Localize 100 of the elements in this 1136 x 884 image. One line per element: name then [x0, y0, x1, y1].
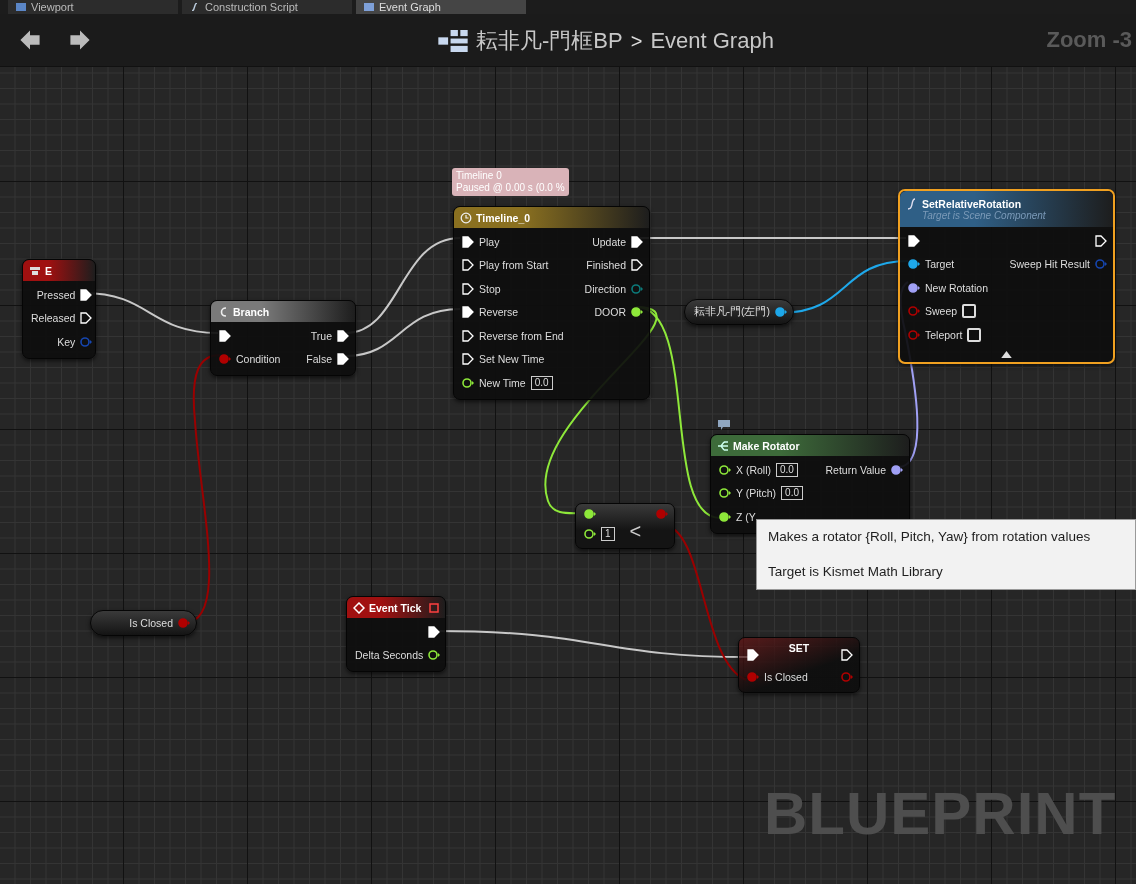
pin-label: Reverse from End	[479, 329, 564, 342]
exec-pin-icon[interactable]	[631, 259, 643, 272]
exec-pin-icon[interactable]	[908, 234, 920, 247]
data-pin-icon[interactable]	[584, 508, 596, 520]
exec-pin-icon[interactable]	[631, 235, 643, 248]
pin-label: Z (Y	[736, 510, 756, 523]
graph-node[interactable]: 1 <	[575, 503, 675, 549]
delegate-pin-icon[interactable]	[429, 602, 439, 613]
pin-label: X (Roll)	[736, 463, 771, 476]
exec-pin-icon[interactable]	[428, 625, 441, 638]
pin-label: New Rotation	[925, 281, 989, 294]
exec-pin-icon[interactable]	[462, 235, 474, 248]
exec-pin-icon[interactable]	[462, 353, 474, 366]
editor-tab[interactable]: Event Graph	[356, 0, 526, 14]
graph-node[interactable]: E Pressed Released Key	[22, 259, 96, 359]
pin-label: True	[310, 329, 332, 342]
graph-node[interactable]: Branch Condition True False	[210, 300, 356, 376]
node-title: Make Rotator	[733, 439, 800, 452]
exec-pin-icon[interactable]	[462, 259, 474, 272]
graph-icon	[364, 3, 374, 11]
exec-pin-icon[interactable]	[841, 649, 853, 661]
pin-label: Reverse	[479, 306, 519, 319]
pin-label: Condition	[236, 353, 281, 366]
blueprint-name[interactable]: 耘非凡-門框BP	[476, 26, 623, 56]
data-pin-icon[interactable]	[631, 306, 643, 319]
data-pin-icon[interactable]	[891, 463, 903, 476]
exec-pin-icon[interactable]	[747, 649, 759, 661]
forward-arrow-icon[interactable]	[68, 28, 92, 52]
operator-symbol: <	[629, 518, 642, 543]
blueprint-icon	[438, 30, 468, 52]
graph-node[interactable]: Event Tick Delta Seconds	[346, 596, 446, 672]
node-title: Timeline_0	[476, 211, 531, 224]
back-arrow-icon[interactable]	[18, 28, 42, 52]
exec-pin-icon[interactable]	[462, 282, 474, 295]
function-icon	[906, 197, 918, 210]
split-arrow-icon	[717, 439, 729, 452]
keyboard-icon	[29, 264, 41, 277]
exec-pin-icon[interactable]	[1095, 234, 1107, 247]
comment-icon[interactable]	[718, 420, 730, 430]
diamond-icon	[353, 601, 365, 614]
data-pin-icon[interactable]	[719, 487, 731, 500]
pin-label: Sweep	[925, 305, 958, 318]
data-pin-icon[interactable]	[908, 258, 920, 271]
exec-pin-icon[interactable]	[337, 329, 349, 342]
pin-label: Return Value	[825, 463, 886, 476]
checkbox[interactable]	[967, 327, 982, 342]
exec-pin-icon[interactable]	[80, 312, 93, 325]
graph-node[interactable]: 耘非凡-門(左門)	[684, 299, 794, 325]
graph-watermark: BLUEPRINT	[764, 779, 1117, 848]
data-pin-icon[interactable]	[584, 528, 596, 540]
pin-label: Released	[31, 312, 76, 325]
data-pin-icon[interactable]	[462, 376, 474, 389]
graph-node[interactable]: SET Is Closed	[738, 637, 860, 693]
pin-label: DOOR	[594, 306, 626, 319]
graph-node[interactable]: Is Closed	[90, 610, 197, 636]
pin-label: 耘非凡-門(左門)	[693, 305, 770, 319]
pin-label: Set New Time	[479, 353, 545, 366]
graph-name: Event Graph	[650, 28, 774, 54]
data-pin-icon[interactable]	[719, 463, 731, 476]
pin-label: Is Closed	[129, 617, 173, 629]
node-subtitle: Target is Scene Component	[921, 209, 1047, 221]
editor-tab[interactable]: Construction Script	[182, 0, 352, 14]
pin-label: Is Closed	[764, 671, 808, 683]
node-title: Event Tick	[369, 601, 422, 614]
exec-pin-icon[interactable]	[80, 288, 93, 301]
editor-tab[interactable]: Viewport	[8, 0, 178, 14]
pin-label: Update	[592, 235, 626, 248]
breadcrumb-separator: >	[630, 29, 643, 53]
tooltip-text: Target is Kismet Math Library	[768, 563, 944, 581]
default-value-field[interactable]: 0.0	[530, 375, 553, 390]
data-pin-icon[interactable]	[908, 281, 920, 294]
exec-pin-icon[interactable]	[462, 329, 474, 342]
pin-label: Target	[925, 258, 955, 271]
comment-bubble: Timeline 0 Paused @ 0.00 s (0.0 %	[452, 168, 569, 196]
pin-label: Sweep Hit Result	[1009, 258, 1090, 271]
default-value-field[interactable]: 0.0	[776, 462, 798, 477]
node-title: Branch	[233, 305, 270, 318]
expand-arrow-icon[interactable]	[1001, 350, 1012, 358]
data-pin-icon[interactable]	[428, 649, 441, 662]
pin-label: Direction	[584, 282, 626, 295]
exec-pin-icon[interactable]	[337, 353, 349, 366]
node-title: E	[45, 264, 52, 277]
function-icon	[190, 3, 200, 11]
data-pin-icon[interactable]	[719, 510, 731, 523]
exec-pin-icon[interactable]	[219, 329, 231, 342]
checkbox[interactable]	[962, 304, 977, 319]
default-value-field[interactable]: 0.0	[781, 486, 803, 501]
exec-pin-icon[interactable]	[462, 306, 474, 319]
pin-label: False	[306, 353, 332, 366]
default-value-field[interactable]: 1	[601, 527, 615, 541]
grid-icon	[16, 3, 26, 11]
pin-label: Y (Pitch)	[736, 487, 777, 500]
pin-label: Teleport	[925, 328, 963, 341]
data-pin-icon[interactable]	[775, 306, 787, 318]
pin-label: New Time	[479, 376, 526, 389]
pin-label: Pressed	[36, 288, 76, 301]
graph-node[interactable]: Timeline_0 Play Play from Start Stop Reverse Reverse from End Set New Time New Time 0.0 Update Finished Direction DOOR	[453, 206, 650, 400]
graph-node[interactable]: SetRelativeRotation Target is Scene Component Target New Rotation Sweep Teleport Sweep Hit Result	[898, 189, 1115, 364]
pin-label: Finished	[586, 259, 626, 272]
pin-label: Delta Seconds	[355, 649, 424, 662]
